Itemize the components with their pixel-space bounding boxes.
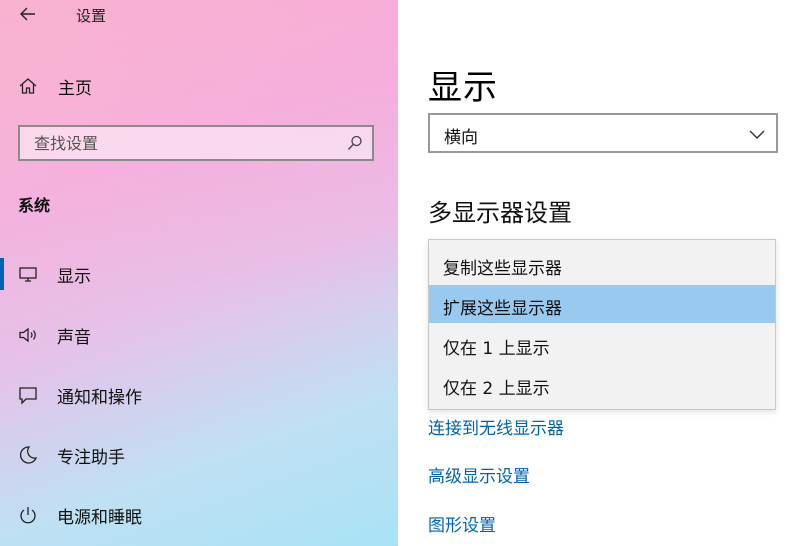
dropdown-option-label: 仅在 1 上显示 [443,339,550,359]
search-box[interactable] [18,125,374,161]
dropdown-option-label: 扩展这些显示器 [443,299,562,319]
orientation-dropdown[interactable]: 横向 [428,113,778,153]
main-content: 显示 横向 多显示器设置 复制这些显示器 扩展这些显示器 仅在 1 上显示 仅在… [398,0,794,546]
nav-home-label: 主页 [58,78,92,99]
speaker-icon [17,324,39,346]
dropdown-option-label: 仅在 2 上显示 [443,379,550,399]
dropdown-option-duplicate[interactable]: 复制这些显示器 [429,245,775,283]
sidebar-item-notifications[interactable]: 通知和操作 [0,375,398,415]
orientation-value: 横向 [444,128,478,148]
sidebar-item-label: 专注助手 [57,448,125,468]
back-arrow-icon[interactable] [18,4,38,24]
sidebar: 设置 主页 系统 显示 [0,0,398,546]
page-title: 显示 [428,68,498,108]
nav-home[interactable]: 主页 [18,74,92,99]
multi-display-heading: 多显示器设置 [428,199,572,227]
home-icon [19,78,37,94]
connect-wireless-display-link[interactable]: 连接到无线显示器 [428,414,564,439]
section-heading: 系统 [18,196,51,215]
sidebar-item-label: 显示 [57,267,91,287]
multi-display-dropdown-list: 复制这些显示器 扩展这些显示器 仅在 1 上显示 仅在 2 上显示 [428,239,776,410]
selected-indicator [0,258,4,290]
dropdown-option-extend[interactable]: 扩展这些显示器 [429,285,775,323]
sidebar-item-label: 电源和睡眠 [57,508,142,528]
search-input[interactable] [20,127,354,159]
sidebar-item-sound[interactable]: 声音 [0,315,398,355]
power-icon [17,504,39,526]
sidebar-item-display[interactable]: 显示 [0,254,398,294]
graphics-settings-link[interactable]: 图形设置 [428,511,496,536]
chevron-down-icon [749,130,765,139]
sidebar-item-label: 声音 [57,328,91,348]
moon-icon [17,444,39,466]
window-title: 设置 [76,7,107,25]
settings-window: 设置 主页 系统 显示 [0,0,794,546]
search-icon[interactable] [346,134,364,152]
monitor-icon [17,263,39,285]
dropdown-option-only-1[interactable]: 仅在 1 上显示 [429,325,775,363]
sidebar-item-label: 通知和操作 [57,388,142,408]
advanced-display-settings-link[interactable]: 高级显示设置 [428,462,530,487]
notification-icon [17,384,39,406]
sidebar-item-focus-assist[interactable]: 专注助手 [0,435,398,475]
dropdown-option-only-2[interactable]: 仅在 2 上显示 [429,365,775,403]
dropdown-option-label: 复制这些显示器 [443,259,562,279]
sidebar-item-power[interactable]: 电源和睡眠 [0,495,398,535]
